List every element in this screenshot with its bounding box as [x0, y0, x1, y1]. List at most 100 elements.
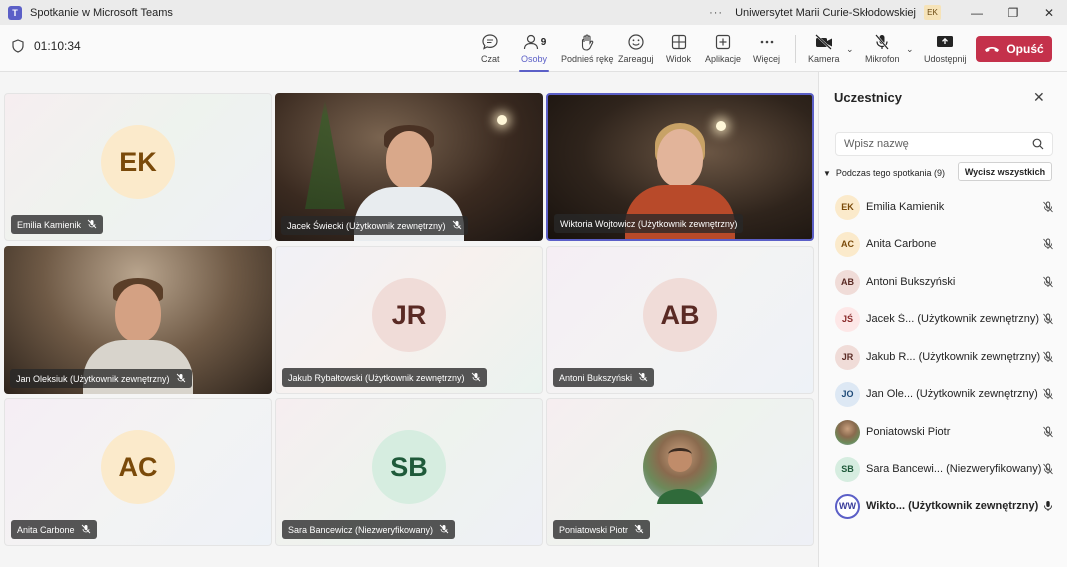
video-tile[interactable]: Poniatowski Piotr [546, 398, 814, 546]
mic-off-icon [1041, 426, 1055, 438]
shield-icon [12, 39, 24, 53]
participant-name-tag: Poniatowski Piotr [553, 520, 651, 539]
video-tile[interactable]: SB Sara Bancewicz (Niezweryfikowany) [275, 398, 543, 546]
avatar: SB [835, 456, 860, 482]
participant-name-tag: Anita Carbone [11, 520, 97, 539]
apps-button[interactable]: Aplikacje [705, 31, 741, 69]
close-window-button[interactable]: ✕ [1031, 0, 1067, 25]
camera-button[interactable]: Kamera [808, 31, 840, 69]
search-icon[interactable] [1032, 138, 1044, 150]
mic-off-icon [452, 220, 462, 232]
grid-icon [671, 34, 686, 50]
title-bar: T Spotkanie w Microsoft Teams ··· Uniwer… [0, 0, 1067, 25]
timer-text: 01:10:34 [34, 39, 81, 53]
people-button[interactable]: 9 Osoby [518, 31, 550, 72]
participant-search[interactable] [835, 132, 1053, 156]
camera-options-chevron-icon[interactable]: ⌄ [846, 44, 854, 55]
video-tile[interactable]: Jan Oleksiuk (Użytkownik zewnętrzny) [4, 246, 272, 394]
more-button[interactable]: Więcej [753, 31, 780, 69]
teams-logo-icon: T [8, 5, 22, 20]
mic-off-icon [1041, 351, 1055, 363]
account-avatar[interactable]: EK [924, 5, 941, 20]
avatar: AB [643, 278, 717, 352]
react-button[interactable]: Zareaguj [618, 31, 654, 69]
mic-off-icon [176, 373, 186, 385]
video-tile[interactable]: EK Emilia Kamienik [4, 93, 272, 241]
participant-name-tag: Wiktoria Wojtowicz (Użytkownik zewnętrzn… [554, 214, 744, 233]
avatar: EK [835, 194, 860, 220]
mic-off-icon [471, 372, 481, 384]
participant-row[interactable]: SB Sara Bancewi... (Niezweryfikowany) [835, 456, 1055, 482]
avatar: JR [372, 278, 446, 352]
participants-panel: Uczestnicy ✕ ▼ Podczas tego spotkania (9… [818, 72, 1067, 567]
mic-off-icon [634, 524, 644, 536]
participant-row-speaking[interactable]: WW Wikto... (Użytkownik zewnętrzny) [835, 493, 1055, 519]
mic-off-icon [638, 372, 648, 384]
avatar-photo [835, 419, 860, 445]
view-button[interactable]: Widok [666, 31, 691, 69]
leave-button[interactable]: Opuść [976, 36, 1052, 62]
mic-off-icon [439, 524, 449, 536]
participant-name-tag: Jakub Rybałtowski (Użytkownik zewnętrzny… [282, 368, 487, 387]
participant-row[interactable]: JR Jakub R... (Użytkownik zewnętrzny) [835, 344, 1055, 370]
people-count: 9 [540, 36, 547, 48]
add-app-icon [715, 34, 731, 50]
mic-options-chevron-icon[interactable]: ⌄ [906, 44, 914, 55]
video-tile[interactable]: AB Antoni Bukszyński [546, 246, 814, 394]
window-title: Spotkanie w Microsoft Teams [30, 6, 173, 19]
meeting-timer: 01:10:34 [12, 39, 81, 53]
mic-off-icon [81, 524, 91, 536]
avatar: AB [835, 269, 860, 295]
mic-off-icon [1041, 238, 1055, 250]
video-tile[interactable]: AC Anita Carbone [4, 398, 272, 546]
avatar: JO [835, 381, 860, 407]
smiley-icon [628, 34, 644, 50]
raise-hand-button[interactable]: Podnieś rękę [561, 31, 614, 69]
mic-off-icon [87, 219, 97, 231]
more-options-icon[interactable]: ··· [709, 7, 723, 19]
video-tile-active-speaker[interactable]: Wiktoria Wojtowicz (Użytkownik zewnętrzn… [546, 93, 814, 241]
participant-row[interactable]: JŚ Jacek Ś... (Użytkownik zewnętrzny) [835, 306, 1055, 332]
avatar: WW [835, 493, 860, 519]
share-screen-icon [937, 36, 954, 47]
search-input[interactable] [844, 136, 1024, 152]
mic-off-icon [875, 34, 890, 50]
ellipsis-icon [760, 40, 773, 44]
chat-button[interactable]: Czat [481, 31, 500, 69]
avatar: JR [835, 344, 860, 370]
mic-off-icon [1041, 313, 1055, 325]
avatar: EK [101, 125, 175, 199]
section-header[interactable]: ▼ Podczas tego spotkania (9) [823, 168, 945, 178]
participant-row[interactable]: EK Emilia Kamienik [835, 194, 1055, 220]
video-tile[interactable]: Jacek Świecki (Użytkownik zewnętrzny) [275, 93, 543, 241]
close-panel-icon[interactable]: ✕ [1033, 89, 1045, 106]
participant-row[interactable]: JO Jan Ole... (Użytkownik zewnętrzny) [835, 381, 1055, 407]
mic-off-icon [1041, 276, 1055, 288]
avatar: AC [101, 430, 175, 504]
organization-name[interactable]: Uniwersytet Marii Curie-Skłodowskiej [735, 7, 916, 19]
profile-photo [657, 448, 703, 504]
video-tile[interactable]: JR Jakub Rybałtowski (Użytkownik zewnętr… [275, 246, 543, 394]
avatar: SB [372, 430, 446, 504]
chat-icon [482, 34, 498, 50]
restore-button[interactable]: ❐ [995, 0, 1031, 25]
avatar: JŚ [835, 306, 860, 332]
camera-off-icon [814, 34, 832, 50]
participant-row[interactable]: Poniatowski Piotr [835, 419, 1055, 445]
mic-button[interactable]: Mikrofon [865, 31, 900, 69]
panel-title: Uczestnicy [834, 90, 902, 105]
participant-row[interactable]: AC Anita Carbone [835, 231, 1055, 257]
christmas-tree-background [305, 99, 345, 209]
hand-icon [582, 34, 594, 51]
people-icon [523, 34, 538, 50]
ceiling-light [497, 115, 507, 125]
mute-all-button[interactable]: Wycisz wszystkich [958, 162, 1052, 181]
participant-name-tag: Emilia Kamienik [11, 215, 104, 234]
minimize-button[interactable]: — [959, 0, 995, 25]
participant-row[interactable]: AB Antoni Bukszyński [835, 269, 1055, 295]
participant-name-tag: Jan Oleksiuk (Użytkownik zewnętrzny) [10, 369, 192, 388]
mic-off-icon [1041, 388, 1055, 400]
share-button[interactable]: Udostępnij [924, 31, 967, 69]
avatar-photo [643, 430, 717, 504]
mic-off-icon [1041, 463, 1055, 475]
